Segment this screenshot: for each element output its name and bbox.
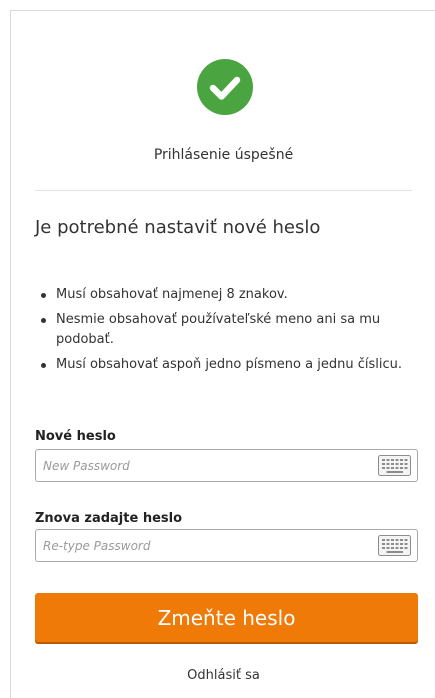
password-requirements-list: Musí obsahovať najmenej 8 znakov. Nesmie… bbox=[35, 285, 435, 380]
new-password-label: Nové heslo bbox=[35, 429, 116, 444]
login-success-message: Prihlásenie úspešné bbox=[153, 147, 294, 163]
confirm-password-label: Znova zadajte heslo bbox=[35, 511, 183, 526]
new-password-field-box bbox=[35, 449, 418, 482]
requirement-text: Musí obsahovať aspoň jedno písmeno a jed… bbox=[56, 357, 402, 372]
page-heading: Je potrebné nastaviť nové heslo bbox=[35, 217, 321, 238]
logout-link[interactable]: Odhlásiť sa bbox=[11, 668, 435, 683]
keyboard-icon[interactable] bbox=[378, 535, 411, 556]
divider bbox=[35, 190, 412, 191]
bullet-icon bbox=[41, 318, 46, 323]
confirm-password-field-box bbox=[35, 529, 418, 562]
confirm-password-input[interactable] bbox=[36, 530, 366, 561]
keyboard-icon[interactable] bbox=[378, 455, 411, 476]
requirement-text: Musí obsahovať najmenej 8 znakov. bbox=[56, 287, 288, 302]
requirement-item: Musí obsahovať aspoň jedno písmeno a jed… bbox=[41, 355, 435, 375]
bullet-icon bbox=[41, 293, 46, 298]
requirement-item: Nesmie obsahovať používateľské meno ani … bbox=[41, 310, 435, 350]
requirement-item: Musí obsahovať najmenej 8 znakov. bbox=[41, 285, 435, 305]
bullet-icon bbox=[41, 363, 46, 368]
requirement-text: Nesmie obsahovať používateľské meno ani … bbox=[56, 312, 381, 347]
new-password-input[interactable] bbox=[36, 450, 366, 481]
password-reset-card: Prihlásenie úspešné Je potrebné nastaviť… bbox=[10, 10, 435, 698]
check-circle-icon bbox=[197, 59, 253, 115]
change-password-button[interactable]: Zmeňte heslo bbox=[35, 593, 418, 642]
